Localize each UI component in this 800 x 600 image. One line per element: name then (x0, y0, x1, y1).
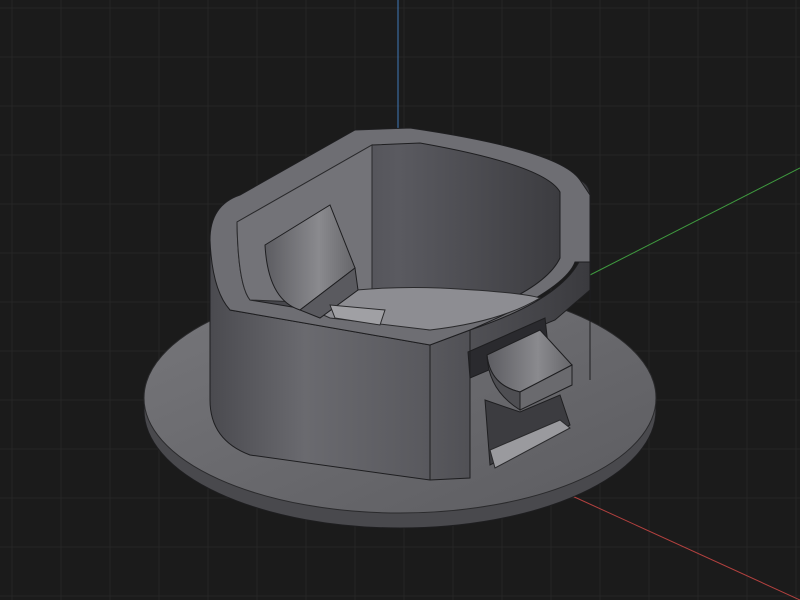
3d-viewport[interactable] (0, 0, 800, 600)
3d-model[interactable] (143, 127, 657, 529)
y-axis-line (589, 167, 800, 276)
viewport-canvas[interactable] (0, 0, 800, 600)
